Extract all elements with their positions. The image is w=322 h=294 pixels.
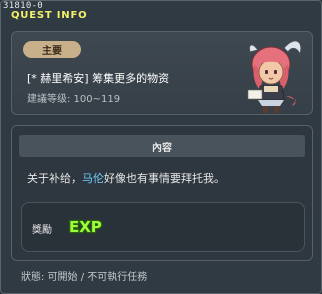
recommended-level: 建議等级: 100~119 (27, 94, 121, 105)
svg-text:EXP: EXP (69, 218, 102, 236)
quest-description: 关于补给，马伦好像也有事情要拜托我。 (27, 170, 225, 186)
quest-info-window: 31810-0 QUEST INFO 主要 [* 赫里希安] 筹集更多的物资 建… (0, 0, 322, 294)
description-text-after: 好像也有事情要拜托我。 (104, 172, 225, 185)
window-title: QUEST INFO (11, 10, 88, 21)
quest-content-panel: 內容 关于补给，马伦好像也有事情要拜托我。 獎勵 EXP EXP (11, 125, 313, 261)
description-text-before: 关于补给， (27, 172, 82, 185)
quest-status: 狀態: 可開始 / 不可執行任務 (21, 272, 148, 283)
content-section-title: 內容 (19, 135, 305, 157)
npc-name-link[interactable]: 马伦 (82, 172, 104, 185)
reward-label: 獎勵 (32, 225, 52, 236)
quest-header-panel: 主要 [* 赫里希安] 筹集更多的物资 建議等级: 100~119 (11, 31, 313, 115)
quest-name: [* 赫里希安] 筹集更多的物资 (27, 72, 170, 85)
npc-portrait-icon (247, 40, 302, 113)
quest-type-badge: 主要 (23, 41, 81, 58)
reward-box: 獎勵 EXP EXP (21, 202, 305, 252)
exp-icon: EXP EXP (68, 217, 103, 236)
